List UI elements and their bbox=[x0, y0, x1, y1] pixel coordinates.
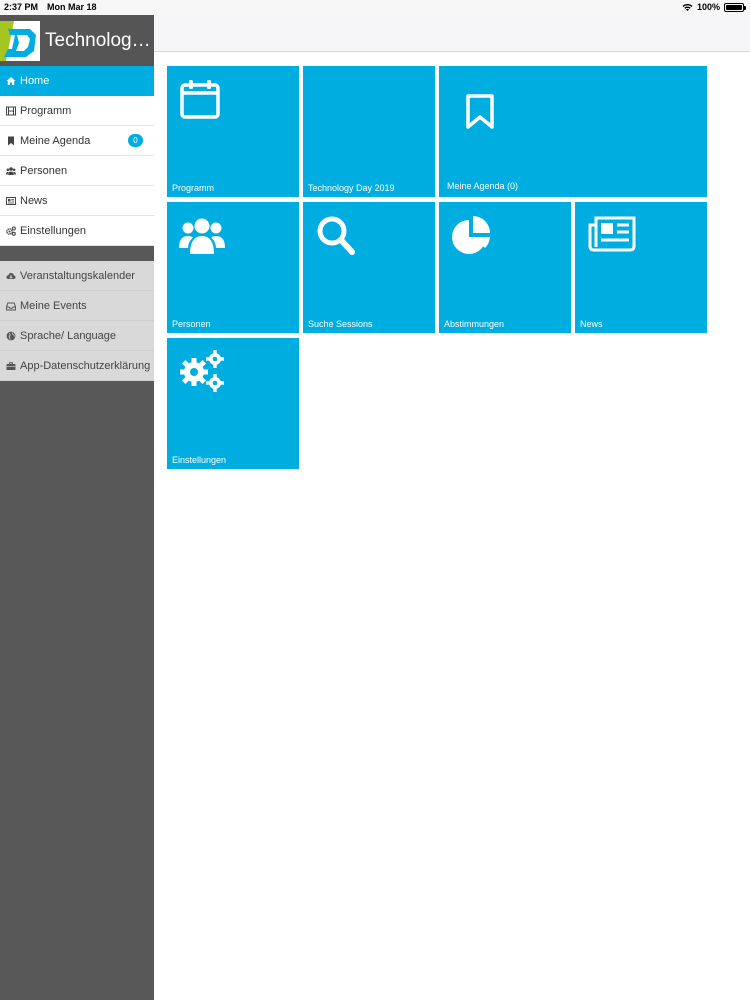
pie-chart-icon bbox=[452, 216, 490, 254]
globe-icon bbox=[6, 331, 16, 341]
battery-fill bbox=[726, 4, 742, 10]
wifi-icon bbox=[682, 3, 693, 11]
sidebar-item-programm[interactable]: Programm bbox=[0, 96, 154, 126]
sidebar-item-label: Veranstaltungskalender bbox=[20, 269, 135, 282]
tile-label: Abstimmungen bbox=[444, 319, 505, 329]
gears-icon bbox=[6, 225, 16, 236]
cloud-download-icon bbox=[6, 271, 16, 281]
briefcase-icon bbox=[6, 361, 16, 371]
sidebar-item-meine-agenda[interactable]: Meine Agenda 0 bbox=[0, 126, 154, 156]
home-icon bbox=[6, 76, 16, 86]
secondary-menu: Veranstaltungskalender Meine Events Spra… bbox=[0, 261, 154, 381]
tile-news[interactable]: News bbox=[575, 202, 707, 333]
sidebar-item-label: Personen bbox=[20, 164, 68, 177]
sidebar-item-meine-events[interactable]: Meine Events bbox=[0, 291, 154, 321]
bookmark-icon bbox=[466, 94, 494, 129]
top-bar bbox=[154, 15, 750, 52]
sidebar-item-sprache[interactable]: Sprache/ Language bbox=[0, 321, 154, 351]
sidebar: Technolog… Home Programm Meine Agenda 0 … bbox=[0, 15, 154, 1000]
tile-abstimmungen[interactable]: Abstimmungen bbox=[439, 202, 571, 333]
status-time: 2:37 PM bbox=[4, 2, 39, 12]
main-menu: Home Programm Meine Agenda 0 Personen Ne… bbox=[0, 66, 154, 246]
tile-label: Programm bbox=[172, 183, 215, 193]
status-right: 100% bbox=[682, 2, 746, 12]
app-title: Technolog… bbox=[45, 30, 151, 51]
sidebar-item-home[interactable]: Home bbox=[0, 66, 154, 96]
sidebar-item-label: Meine Agenda bbox=[20, 134, 91, 147]
sidebar-item-label: Einstellungen bbox=[20, 224, 87, 237]
newspaper-icon bbox=[588, 216, 636, 252]
sidebar-item-einstellungen[interactable]: Einstellungen bbox=[0, 216, 154, 246]
tile-label: Einstellungen bbox=[172, 455, 227, 465]
inbox-icon bbox=[6, 301, 16, 311]
sidebar-item-news[interactable]: News bbox=[0, 186, 154, 216]
sidebar-item-label: App-Datenschutzerklärung bbox=[20, 359, 151, 372]
film-icon bbox=[6, 106, 16, 116]
tile-technology-day[interactable]: Technology Day 2019 bbox=[303, 66, 435, 197]
battery-percent: 100% bbox=[696, 2, 720, 12]
sidebar-item-label: Home bbox=[20, 74, 50, 87]
tile-label: News bbox=[580, 319, 603, 329]
sidebar-item-datenschutz[interactable]: App-Datenschutzerklärung bbox=[0, 351, 154, 381]
users-icon bbox=[6, 166, 16, 176]
tile-suche-sessions[interactable]: Suche Sessions bbox=[303, 202, 435, 333]
tile-einstellungen[interactable]: Einstellungen bbox=[167, 338, 299, 469]
gears-icon bbox=[180, 350, 224, 392]
tile-label: Technology Day 2019 bbox=[308, 183, 395, 193]
tile-label: Suche Sessions bbox=[308, 319, 373, 329]
tile-label: Meine Agenda (0) bbox=[447, 181, 519, 191]
agenda-count-badge: 0 bbox=[128, 134, 143, 147]
sidebar-item-veranstaltungskalender[interactable]: Veranstaltungskalender bbox=[0, 261, 154, 291]
tile-label: Personen bbox=[172, 319, 211, 329]
tile-programm[interactable]: Programm bbox=[167, 66, 299, 197]
calendar-icon bbox=[180, 80, 220, 119]
battery-icon bbox=[724, 2, 746, 12]
sidebar-item-label: Sprache/ Language bbox=[20, 329, 117, 342]
tile-personen[interactable]: Personen bbox=[167, 202, 299, 333]
bookmark-icon bbox=[6, 136, 16, 146]
users-icon bbox=[179, 218, 225, 254]
tile-meine-agenda[interactable]: Meine Agenda (0) bbox=[439, 66, 707, 197]
td-logo-icon bbox=[0, 21, 40, 61]
sidebar-item-label: Meine Events bbox=[20, 299, 87, 312]
app-screen: { "status_bar": { "time": "2:37 PM", "da… bbox=[0, 0, 750, 1000]
search-icon bbox=[317, 216, 355, 255]
brand-header[interactable]: Technolog… bbox=[0, 15, 154, 66]
status-bar: 2:37 PM Mon Mar 18 100% bbox=[0, 0, 750, 15]
sidebar-item-label: Programm bbox=[20, 104, 72, 117]
status-date: Mon Mar 18 bbox=[47, 2, 97, 12]
sidebar-item-label: News bbox=[20, 194, 48, 207]
newspaper-icon bbox=[6, 196, 16, 206]
sidebar-item-personen[interactable]: Personen bbox=[0, 156, 154, 186]
